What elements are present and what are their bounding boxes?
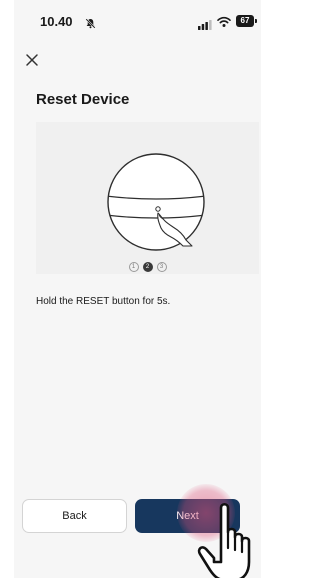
step-2[interactable]: 2 [142,262,153,272]
bottom-safe-area [14,578,261,584]
step-indicator: 1 2 3 [36,262,259,272]
app-screen: 10.40 67 Reset Device 1 2 3 Hold the RES… [14,0,261,584]
status-time: 10.40 [40,14,73,29]
step-3[interactable]: 3 [156,262,167,272]
instruction-text: Hold the RESET button for 5s. [36,296,171,307]
page-title: Reset Device [36,91,130,108]
close-icon[interactable] [24,52,40,68]
wifi-icon [217,15,231,33]
reset-illustration: 1 2 3 [36,122,259,274]
bell-muted-icon [85,16,96,34]
back-button[interactable]: Back [22,499,127,533]
battery-tip [255,19,257,23]
next-button[interactable]: Next [135,499,240,533]
status-bar: 10.40 67 [14,14,261,34]
battery-level: 67 [236,15,254,27]
battery-icon: 67 [236,15,257,27]
signal-icon [198,17,212,35]
device-illustration [107,153,205,251]
step-1[interactable]: 1 [128,262,139,272]
